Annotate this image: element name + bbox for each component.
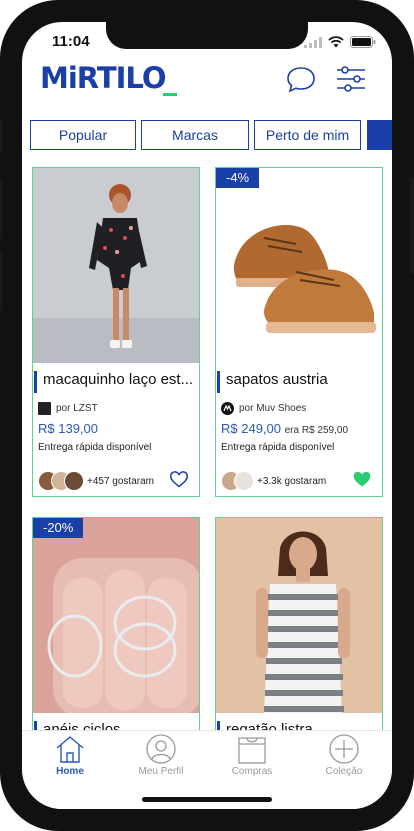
nav-label: Home [56,766,84,777]
product-card[interactable]: regatão listra [215,517,383,757]
screen: 11:04 MiRTILO Popular Marcas Perto de mi… [22,22,392,809]
seller-name: por Muv Shoes [239,403,307,414]
seller-info[interactable]: por Muv Shoes [221,402,306,415]
svg-text:MiRTILO: MiRTILO [40,61,166,95]
cellular-signal-icon [304,36,322,48]
shopping-bag-icon [238,737,266,764]
notch [106,22,308,49]
volume-up-button [0,178,2,240]
likes-info: +3.3k gostaram [221,471,326,491]
seller-logo-icon [38,402,51,415]
product-image[interactable] [33,518,199,713]
tab-next-partial[interactable] [367,120,392,150]
nav-label: Coleção [325,766,363,777]
likes-info: +457 gostaram [38,471,154,491]
status-icons [304,36,376,48]
avatar [234,471,254,491]
product-card[interactable]: -20% anéis ciclos [32,517,200,757]
status-time: 11:04 [52,33,90,50]
wifi-icon [328,36,344,48]
home-icon [56,736,84,763]
nav-profile[interactable]: Meu Perfil [121,733,201,785]
seller-info[interactable]: por LZST [38,402,98,415]
product-card[interactable]: macaquinho laço est... por LZST R$ 139,0… [32,167,200,497]
battery-icon [350,36,376,48]
likes-count: +457 gostaram [87,475,154,487]
nav-collection[interactable]: Coleção [304,733,384,785]
product-price: R$ 139,00 [38,421,98,436]
seller-name: por LZST [56,403,98,414]
volume-down-button [0,250,2,312]
discount-badge: -20% [33,518,84,538]
product-card[interactable]: -4% sapatos austria por Muv Shoes R$ 249… [215,167,383,497]
heart-filled-icon[interactable] [352,469,372,489]
delivery-info: Entrega rápida disponível [38,442,152,453]
plus-circle-icon [329,734,359,764]
discount-badge: -4% [216,168,260,188]
mute-switch [0,118,2,154]
old-price: era R$ 259,00 [284,425,349,436]
product-image[interactable] [216,518,382,713]
power-button [410,178,414,274]
nav-label: Meu Perfil [138,766,184,777]
product-image[interactable] [33,168,199,363]
brand-logo[interactable]: MiRTILO [38,58,188,98]
product-price: R$ 249,00 era R$ 259,00 [221,421,349,436]
heart-outline-icon[interactable] [169,469,189,489]
seller-logo-icon [221,402,234,415]
tab-marcas[interactable]: Marcas [141,120,249,150]
chat-icon[interactable] [284,62,318,96]
likes-count: +3.3k gostaram [257,475,327,487]
phone-frame: 11:04 MiRTILO Popular Marcas Perto de mi… [0,0,414,831]
profile-icon [146,734,176,764]
category-tabs: Popular Marcas Perto de mim [30,120,392,150]
nav-label: Compras [231,766,273,777]
home-indicator[interactable] [142,797,272,802]
filter-settings-icon[interactable] [334,62,368,96]
product-image[interactable] [216,168,382,363]
nav-shopping[interactable]: Compras [212,733,292,785]
avatar [64,471,84,491]
nav-home[interactable]: Home [30,733,110,785]
tab-popular[interactable]: Popular [30,120,136,150]
product-title[interactable]: macaquinho laço est... [34,371,196,393]
product-title[interactable]: sapatos austria [217,371,379,393]
tab-perto-de-mim[interactable]: Perto de mim [254,120,361,150]
delivery-info: Entrega rápida disponível [221,442,335,453]
